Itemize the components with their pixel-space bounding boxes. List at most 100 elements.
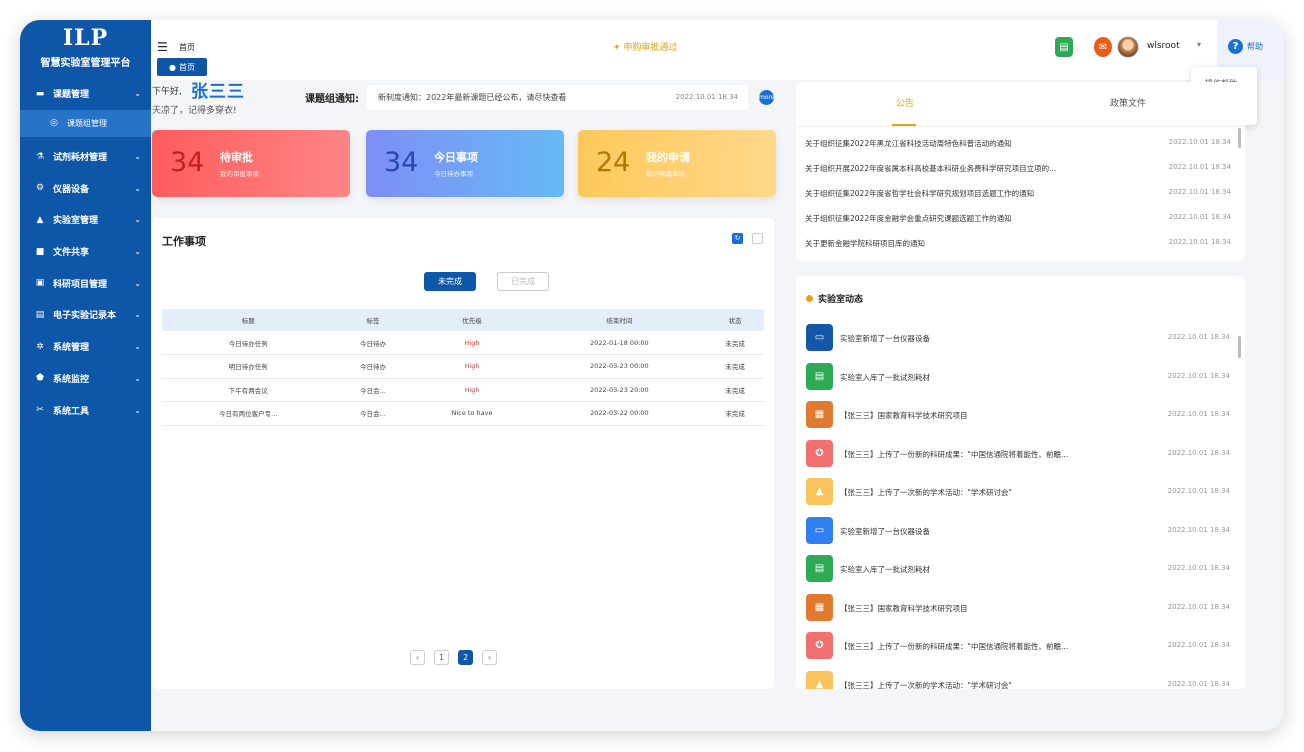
- dynamics-item[interactable]: ▤ 实验室入库了一批试剂耗材 2022.10.01 18.34: [806, 555, 1230, 585]
- announcement-item[interactable]: 关于组织征集2022年黑龙江省科技活动周特色科普活动的通知 2022.10.01 …: [805, 138, 1235, 162]
- dynamics-date: 2022.10.01 18.34: [1167, 602, 1230, 611]
- dynamics-item[interactable]: ▭ 实验室新增了一台仪器设备 2022.10.01 18.34: [806, 516, 1230, 547]
- top-bar: ☰ 首页 ● 首页 ✦ 申购审批通过 ▤ ✉ wlsroot ▾ ? 帮助: [151, 20, 1284, 80]
- sidebar-item-label: 试剂耗材管理: [53, 153, 108, 164]
- chevron-down-icon: ⌄: [134, 342, 141, 352]
- project-icon: ▦: [806, 593, 833, 621]
- sidebar-item[interactable]: ▣ 科研项目管理 ⌄: [20, 267, 151, 299]
- dynamics-item[interactable]: ▭ 实验室新增了一台仪器设备 2022.10.01 18.34: [806, 324, 1230, 354]
- username[interactable]: wlsroot: [1147, 41, 1180, 51]
- announcement-title: 关于更新金融学院科研项目库的通知: [805, 239, 925, 248]
- help-label: 帮助: [1247, 42, 1263, 51]
- column-header: 标题: [162, 309, 335, 331]
- announcement-item[interactable]: 关于更新金融学院科研项目库的通知 2022.10.01 18.34: [805, 238, 1235, 262]
- table-cell: 2022-01-18 00:00: [532, 331, 707, 355]
- achievement-icon: ✪: [806, 439, 833, 467]
- dynamics-item[interactable]: ▲ 【张三三】上传了一次新的学术活动："学术研讨会" 2022.10.01 18.3…: [806, 478, 1230, 508]
- table-cell: 下午有两会议: [162, 378, 335, 402]
- avatar[interactable]: [1117, 36, 1139, 58]
- group-notice-date: 2022.10.01 18.34: [675, 93, 738, 101]
- sidebar-item[interactable]: ✲ 系统管理 ⌄: [20, 331, 151, 363]
- dynamics-text: 【张三三】上传了一次新的学术活动："学术研讨会": [840, 680, 1012, 690]
- sidebar-item[interactable]: ⬟ 系统监控 ⌄: [20, 363, 151, 395]
- achievement-icon: ✪: [806, 632, 833, 659]
- table-cell: 未完成: [706, 401, 764, 426]
- more-button[interactable]: more: [759, 90, 775, 105]
- table-cell: High: [411, 378, 533, 402]
- announcement-item[interactable]: 关于组织开展2022年度省属本科高校基本科研业务费科学研究项目立项的... 202…: [805, 163, 1235, 187]
- refresh-icon[interactable]: ↻: [732, 233, 743, 244]
- greeting-name: 张三三: [191, 82, 245, 102]
- stat-label: 我的申请: [646, 151, 690, 164]
- scrollbar[interactable]: [1238, 336, 1241, 358]
- table-cell: High: [411, 354, 533, 379]
- tab-announcements[interactable]: 公告: [896, 96, 914, 109]
- dynamics-item[interactable]: ▦ 【张三三】国家教育科学技术研究项目 2022.10.01 18.34: [806, 401, 1230, 431]
- table-row[interactable]: 今日有两位客户专... 今日会... Nice to have 2022-03-22 …: [162, 401, 764, 426]
- chevron-down-icon: ⌄: [134, 89, 141, 99]
- breadcrumb[interactable]: 首页: [179, 42, 195, 53]
- sidebar-item[interactable]: ■ 文件共享 ⌄: [20, 236, 151, 268]
- sidebar-nav: ▬ 课题管理 ⌄ ◎ 课题组管理 ⚗ 试剂耗材管理 ⌄ ⚙ 仪器设备 ⌄ ▲ 实验室管理 ⌄ ■ 文件共享 ⌄ ▣…: [20, 78, 151, 426]
- dynamics-date: 2022.10.01 18.34: [1167, 564, 1230, 572]
- group-notice[interactable]: 新制度通知：2022年最新课题已经公布，请尽快查看 2022.10.01 18.…: [367, 85, 748, 110]
- dynamics-item[interactable]: ▲ 【张三三】上传了一次新的学术活动："学术研讨会" 2022.10.01 18.3…: [806, 670, 1230, 690]
- page-1-button[interactable]: 1: [434, 650, 449, 665]
- divider: [796, 126, 1245, 127]
- prev-page-button[interactable]: ‹: [410, 650, 425, 665]
- tab-incomplete[interactable]: 未完成: [424, 272, 476, 291]
- sidebar-item[interactable]: ✂ 系统工具 ⌄: [20, 394, 151, 426]
- sidebar-subitem-group[interactable]: ◎ 课题组管理: [20, 109, 151, 137]
- greeting-message: 天凉了，记得多穿衣!: [152, 106, 237, 116]
- expand-icon[interactable]: [752, 233, 763, 244]
- tab-home[interactable]: ● 首页: [157, 58, 207, 76]
- dynamics-item[interactable]: ▤ 实验室入库了一批试剂耗材 2022.10.01 18.34: [806, 362, 1230, 393]
- chevron-down-icon: ⌄: [134, 373, 141, 383]
- stat-card-today[interactable]: 34 今日事项 今日待办事项: [366, 130, 564, 197]
- sidebar-item[interactable]: ⚗ 试剂耗材管理 ⌄: [20, 141, 151, 173]
- logo-mark: ILP: [62, 25, 109, 51]
- menu-toggle-icon[interactable]: ☰: [157, 40, 168, 54]
- dynamics-text: 【张三三】国家教育科学技术研究项目: [840, 603, 968, 613]
- dynamics-item[interactable]: ✪ 【张三三】上传了一份新的科研成果："中国信通院将着能性、前瞻... 2022.1…: [806, 632, 1230, 662]
- sidebar-item[interactable]: ⚙ 仪器设备 ⌄: [20, 172, 151, 204]
- announcement-title: 关于组织征集2022年黑龙江省科技活动周特色科普活动的通知: [805, 139, 1012, 148]
- tab-policy-files[interactable]: 政策文件: [1110, 96, 1146, 109]
- dynamics-text: 【张三三】国家教育科学技术研究项目: [840, 411, 968, 420]
- table-cell: 今日会...: [334, 401, 412, 426]
- stat-card-applications[interactable]: 24 我的申请 我的申请事项: [578, 130, 776, 197]
- chevron-down-icon[interactable]: ▾: [1197, 40, 1201, 49]
- stat-card-pending[interactable]: 34 待审批 我的审批事项: [152, 130, 350, 197]
- announcement-date: 2022.10.01 18.34: [1168, 188, 1231, 196]
- next-page-button[interactable]: ›: [482, 650, 497, 665]
- table-row[interactable]: 明日待办任务 今日待办 High 2022-03-23 00:00 未完成: [162, 354, 764, 379]
- announcement-item[interactable]: 关于组织征集2022年度金融学会重点研究课题选题工作的通知 2022.10.01 …: [805, 213, 1235, 237]
- dynamics-item[interactable]: ▦ 【张三三】国家教育科学技术研究项目 2022.10.01 18.34: [806, 593, 1230, 624]
- scrollbar[interactable]: [1238, 128, 1241, 148]
- folder-icon: ▬: [35, 88, 45, 99]
- sidebar-item[interactable]: ▤ 电子实验记录本 ⌄: [20, 299, 151, 331]
- message-icon[interactable]: ✉: [1094, 37, 1112, 57]
- table-row[interactable]: 下午有两会议 今日会... High 2022-03-23 20:00 未完成: [162, 378, 764, 402]
- table-cell: 今日会...: [334, 378, 412, 402]
- announcement-item[interactable]: 关于组织征集2022年度省哲学社会科学研究规划项目选题工作的通知 2022.10.…: [805, 188, 1235, 212]
- table-cell: Nice to have: [411, 401, 533, 426]
- dynamics-text: 【张三三】上传了一次新的学术活动："学术研讨会": [840, 488, 1012, 497]
- dynamics-text: 实验室入库了一批试剂耗材: [840, 372, 930, 382]
- notice-message[interactable]: ✦ 申购审批通过: [613, 40, 677, 53]
- page-2-button[interactable]: 2: [458, 650, 473, 665]
- dynamics-item[interactable]: ✪ 【张三三】上传了一份新的科研成果："中国信通院将着能性、前瞻... 2022.1…: [806, 439, 1230, 470]
- table-row[interactable]: 今日待办任务 今日待办 High 2022-01-18 00:00 未完成: [162, 331, 764, 355]
- clipboard-icon[interactable]: ▤: [1055, 37, 1073, 57]
- table-cell: 明日待办任务: [162, 354, 335, 379]
- announcement-title: 关于组织开展2022年度省属本科高校基本科研业务费科学研究项目立项的...: [805, 164, 1057, 173]
- academic-icon: ▲: [806, 478, 833, 505]
- sidebar-item[interactable]: ▬ 课题管理 ⌄: [20, 78, 151, 110]
- task-table: 标题 标签 优先级 结束时间 状态 今日待办任务 今日待办 High 2022-01-18 0…: [162, 309, 764, 426]
- group-notice-text: 新制度通知：2022年最新课题已经公布，请尽快查看: [378, 93, 567, 102]
- sidebar-item-label: 实验室管理: [53, 216, 99, 227]
- sidebar-item[interactable]: ▲ 实验室管理 ⌄: [20, 204, 151, 236]
- chevron-down-icon: ⌄: [134, 215, 141, 225]
- dynamics-date: 2022.10.01 18.34: [1167, 679, 1230, 688]
- tab-complete[interactable]: 已完成: [497, 272, 549, 291]
